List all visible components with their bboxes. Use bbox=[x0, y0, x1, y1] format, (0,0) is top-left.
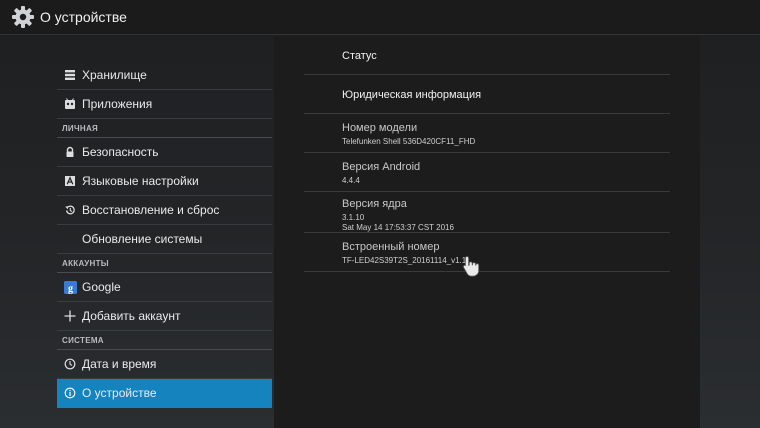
sidebar-item-label: Обновление системы bbox=[82, 232, 203, 246]
sidebar-item-add-account[interactable]: Добавить аккаунт bbox=[57, 302, 272, 331]
section-header-system: СИСТЕМА bbox=[57, 331, 272, 350]
about-item-value: Sat May 14 17:53:37 CST 2016 bbox=[342, 223, 454, 232]
about-item-title: Версия ядра bbox=[342, 198, 407, 210]
sidebar-item-label: Добавить аккаунт bbox=[82, 309, 181, 323]
about-item-value: Telefunken Shell 536D420CF11_FHD bbox=[342, 137, 476, 146]
sidebar-item-label: Восстановление и сброс bbox=[82, 203, 220, 217]
clock-icon bbox=[63, 357, 77, 371]
sidebar-item-security[interactable]: Безопасность bbox=[57, 138, 272, 167]
about-item-legal-info[interactable]: Юридическая информация bbox=[304, 75, 670, 114]
section-header-personal: ЛИЧНАЯ bbox=[57, 119, 272, 138]
sidebar-item-apps[interactable]: Приложения bbox=[57, 90, 272, 119]
svg-text:g: g bbox=[68, 283, 73, 294]
sidebar-item-storage[interactable]: Хранилище bbox=[57, 61, 272, 90]
about-item-build-number[interactable]: Встроенный номер TF-LED42S39T2S_20161114_… bbox=[304, 233, 670, 272]
about-item-title: Статус bbox=[342, 50, 377, 62]
google-icon: g bbox=[63, 280, 77, 294]
sidebar-item-system-update[interactable]: Обновление системы bbox=[57, 225, 272, 254]
lock-icon bbox=[63, 145, 77, 159]
about-item-title: Номер модели bbox=[342, 122, 418, 134]
sidebar-item-label: Хранилище bbox=[82, 68, 147, 82]
language-icon bbox=[63, 174, 77, 188]
about-item-title: Встроенный номер bbox=[342, 241, 440, 253]
gear-icon[interactable] bbox=[10, 4, 36, 30]
sidebar-item-label: Приложения bbox=[82, 97, 153, 111]
sidebar-item-label: Google bbox=[82, 280, 121, 294]
info-icon bbox=[63, 386, 77, 400]
plus-icon bbox=[63, 309, 77, 323]
sidebar-item-about-device[interactable]: О устройстве bbox=[57, 379, 272, 408]
sidebar-item-label: Дата и время bbox=[82, 357, 157, 371]
sidebar-item-google[interactable]: g Google bbox=[57, 273, 272, 302]
about-item-kernel-version[interactable]: Версия ядра 3.1.10 Sat May 14 17:53:37 CST… bbox=[304, 192, 670, 233]
about-list: Статус Юридическая информация Номер модели… bbox=[304, 36, 670, 272]
about-item-value: 3.1.10 bbox=[342, 213, 365, 222]
section-header-accounts: АККАУНТЫ bbox=[57, 254, 272, 273]
settings-sidebar: Хранилище Приложения ЛИЧНАЯ Безопасность Язы… bbox=[57, 61, 272, 428]
sidebar-item-label: Безопасность bbox=[82, 145, 159, 159]
action-bar: О устройстве bbox=[0, 0, 760, 35]
about-item-value: 4.4.4 bbox=[342, 176, 360, 185]
about-item-title: Версия Android bbox=[342, 161, 421, 173]
about-item-model-number[interactable]: Номер модели Telefunken Shell 536D420CF11… bbox=[304, 114, 670, 153]
sidebar-item-date-time[interactable]: Дата и время bbox=[57, 350, 272, 379]
about-item-status[interactable]: Статус bbox=[304, 36, 670, 75]
sidebar-item-label: Языковые настройки bbox=[82, 174, 199, 188]
about-item-android-version[interactable]: Версия Android 4.4.4 bbox=[304, 153, 670, 192]
sidebar-item-label: О устройстве bbox=[82, 386, 157, 400]
about-device-panel: Статус Юридическая информация Номер модели… bbox=[274, 36, 700, 428]
page-title: О устройстве bbox=[40, 9, 127, 25]
about-item-value: TF-LED42S39T2S_20161114_v1.1 bbox=[342, 256, 467, 265]
hand-pointer-icon bbox=[462, 255, 480, 277]
storage-icon bbox=[63, 68, 77, 82]
sidebar-item-backup-reset[interactable]: Восстановление и сброс bbox=[57, 196, 272, 225]
apps-icon bbox=[63, 97, 77, 111]
restore-icon bbox=[63, 203, 77, 217]
about-item-title: Юридическая информация bbox=[342, 89, 482, 101]
sidebar-item-language[interactable]: Языковые настройки bbox=[57, 167, 272, 196]
